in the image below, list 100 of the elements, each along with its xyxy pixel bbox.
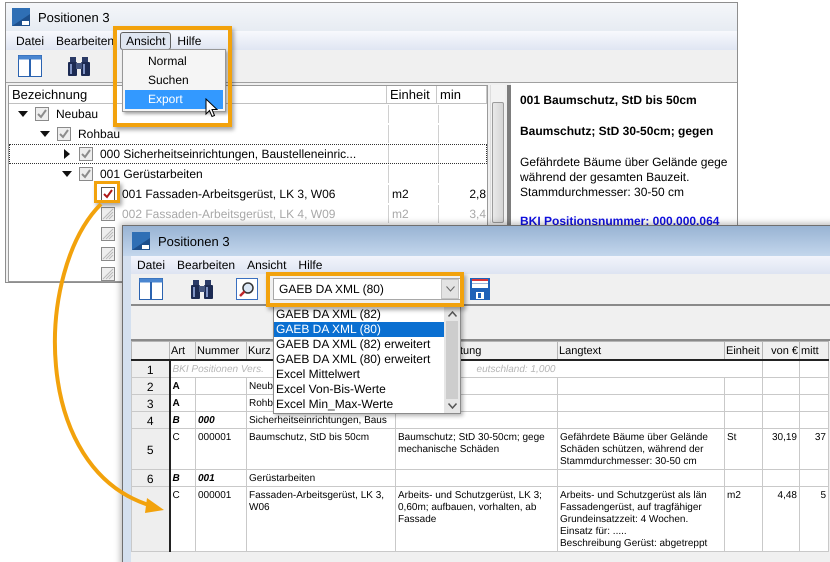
caret-icon [446, 286, 454, 292]
column-header[interactable]: Einheit [387, 86, 437, 103]
window-title: Positionen 3 [158, 234, 230, 248]
table-cell: eutschland: 1,000 [476, 364, 556, 375]
table-cell: Arbeits- und Schutzgerüst als län Fassadengerüst, auf tragfähiger Grundeinsatzzeit: 4 Wochen. Einsatz für: ..... Beschreibung Gerüst: abgetreppt [560, 490, 708, 549]
table-cell: A [172, 381, 180, 392]
table-cell: Neub [249, 381, 273, 392]
menu-item[interactable]: Bearbeiten [50, 32, 120, 50]
table-cell: 5 [820, 490, 826, 501]
magnifier-icon[interactable] [236, 278, 258, 300]
highlight-frame [94, 181, 120, 203]
tree-item-label: 001 Gerüstarbeiten [100, 167, 203, 181]
table-cell: 30,19 [772, 432, 797, 443]
binoculars-icon[interactable] [68, 55, 90, 77]
split-view-icon[interactable] [18, 55, 42, 77]
checkbox[interactable] [101, 207, 115, 221]
table-cell: B [172, 415, 180, 426]
row-number: 1 [146, 363, 154, 377]
unit-text: m2 [392, 207, 409, 221]
checkbox[interactable] [101, 247, 115, 261]
table-cell: 000001 [198, 490, 232, 501]
scroll-down-icon[interactable] [448, 403, 456, 409]
table-cell: 37 [814, 432, 826, 443]
table-cell: Baumschutz; StD 30-50cm; gege mechanische Schäden [398, 432, 545, 455]
scroll-up-icon[interactable] [448, 311, 456, 317]
row-number: 6 [146, 472, 154, 486]
format-dropdown[interactable]: GAEB DA XML (80) [273, 278, 461, 300]
menu-option[interactable]: Normal [125, 52, 223, 71]
price-text: 3,4 [469, 207, 486, 221]
tree-item-label: 000 Sicherheitseinrichtungen, Baustelleneinric... [100, 147, 356, 161]
table-cell: Baumschutz, StD bis 50cm [249, 432, 370, 443]
dropdown-option[interactable]: GAEB DA XML (80) erweitert [274, 352, 444, 367]
table-cell: 000 [198, 415, 215, 426]
table-cell: m2 [727, 490, 741, 501]
window-title: Positionen 3 [38, 10, 110, 24]
tree-item-label: 001 Fassaden-Arbeitsgerüst, LK 3, W06 [122, 187, 336, 201]
checkbox[interactable] [35, 107, 49, 121]
scrollbar[interactable] [444, 307, 460, 413]
menu-item[interactable]: Ansicht [241, 256, 292, 274]
collapse-icon[interactable] [18, 109, 28, 119]
tree-row[interactable]: Rohbau [9, 124, 487, 144]
menu-item[interactable]: Bearbeiten [171, 256, 242, 274]
table-cell: Rohb [249, 398, 273, 409]
menu-item[interactable]: Hilfe [171, 32, 208, 50]
split-view-icon[interactable] [139, 278, 163, 300]
dropdown-option[interactable]: Excel Mittelwert [274, 367, 444, 382]
column-header[interactable]: tung [460, 344, 482, 356]
tree-item-label: 002 Fassaden-Arbeitsgerüst, LK 4, W09 [122, 207, 336, 221]
unit-text: m2 [392, 187, 409, 201]
checkbox[interactable] [101, 227, 115, 241]
collapse-icon[interactable] [62, 169, 72, 179]
table-cell: Gerüstarbeiten [249, 473, 316, 484]
row-number: 3 [146, 397, 154, 410]
menu-item[interactable]: Ansicht [120, 32, 172, 50]
tree-item-label: Rohbau [78, 127, 120, 141]
tree-item-label: Neubau [56, 107, 98, 121]
table-cell: A [172, 398, 180, 409]
table-cell: St [727, 432, 736, 443]
column-header[interactable]: min [437, 86, 487, 103]
scrollbar[interactable] [490, 85, 505, 223]
checkbox[interactable] [101, 267, 115, 281]
table-cell: Gefährdete Bäume über Gelände Schäden schützen, während der Stammdurchmesser: 30-50 cm [560, 432, 708, 467]
table-cell: C [172, 432, 180, 443]
tree-row[interactable]: 000 Sicherheitseinrichtungen, Baustelleneinric... [9, 144, 487, 164]
binoculars-icon[interactable] [191, 278, 213, 300]
detail-title: 001 Baumschutz, StD bis 50cm [520, 93, 698, 107]
dropdown-option[interactable]: Excel Von-Bis-Werte [274, 382, 444, 397]
table-cell: 4,48 [778, 490, 797, 501]
checkbox[interactable] [79, 147, 93, 161]
detail-link[interactable]: BKI Positionsnummer: 000.000.064 [520, 214, 720, 228]
table-cell: C [172, 490, 180, 501]
column-header[interactable]: Langtext [559, 344, 602, 356]
tree-row[interactable]: 001 Gerüstarbeiten [9, 164, 487, 184]
table-cell: Sicherheitseinrichtungen, Baus [249, 415, 387, 426]
table-cell: Arbeits- und Schutzgerüst, LK 3; 0,60m; aufbauen, vorhalten, ab Fassade [398, 490, 542, 525]
collapse-icon[interactable] [40, 129, 50, 139]
table-cell: 001 [198, 473, 215, 484]
tree-row[interactable]: 001 Fassaden-Arbeitsgerüst, LK 3, W06 m2 2,8 [9, 184, 487, 204]
table-cell: BKI Positionen Vers. [172, 364, 264, 375]
dropdown-option[interactable]: GAEB DA XML (82) [274, 307, 444, 322]
dropdown-option[interactable]: GAEB DA XML (80) [274, 322, 444, 337]
column-header[interactable]: Kurz [248, 344, 271, 356]
menu-item[interactable]: Hilfe [292, 256, 328, 274]
expand-icon[interactable] [62, 149, 72, 159]
save-icon[interactable] [470, 278, 490, 300]
menu-option[interactable]: Suchen [125, 71, 223, 90]
checkbox[interactable] [79, 167, 93, 181]
price-text: 2,8 [469, 187, 486, 201]
row-number: 4 [146, 414, 154, 428]
dropdown-option[interactable]: Excel Min_Max-Werte [274, 397, 444, 412]
menu-item[interactable]: Datei [131, 256, 172, 274]
row-number: 5 [146, 443, 154, 457]
checkbox[interactable] [57, 127, 71, 141]
checkbox[interactable] [101, 187, 115, 201]
app-icon [132, 232, 150, 250]
detail-text: Gefährdete Bäume über Gelände gege während der gesamten Bauzeit. Stammdurchmesser: 30-50 cm [520, 155, 728, 200]
table-cell-text: Fassaden-Arbeitsgerüst, LK 3, W06 [249, 490, 386, 513]
dropdown-option[interactable]: GAEB DA XML (82) erweitert [274, 337, 444, 352]
menu-item[interactable]: Datei [10, 32, 50, 50]
detail-subtitle: Baumschutz; StD 30-50cm; gegen [520, 124, 714, 138]
